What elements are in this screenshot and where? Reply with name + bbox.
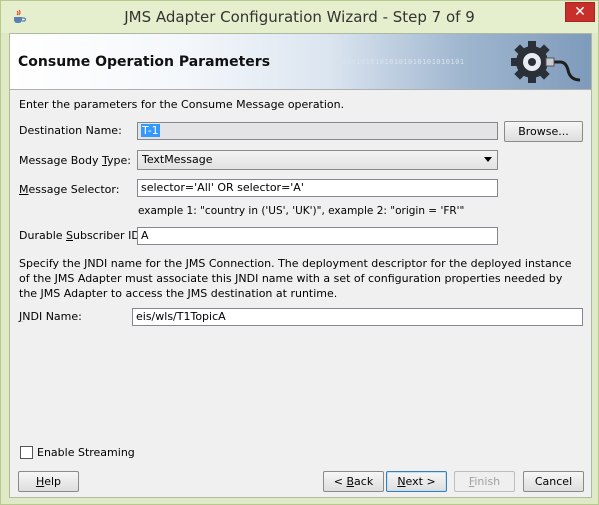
durable-subscriber-label: Durable Subscriber ID: xyxy=(19,229,144,242)
wizard-header: 01010101010101010101010101 Consume Opera… xyxy=(10,34,591,90)
window-title: JMS Adapter Configuration Wizard - Step … xyxy=(124,8,475,26)
wizard-body: 01010101010101010101010101 Consume Opera… xyxy=(9,33,592,498)
message-selector-label-key: M xyxy=(19,183,29,196)
finish-button-label: inish xyxy=(474,475,501,488)
message-selector-label: Message Selector: xyxy=(19,183,119,196)
jndi-name-value: eis/wls/T1TopicA xyxy=(136,310,226,323)
next-button-label: ext > xyxy=(405,475,436,488)
durable-subscriber-value: A xyxy=(141,229,149,242)
enable-streaming-checkbox[interactable] xyxy=(20,446,33,459)
close-button[interactable]: ✕ xyxy=(565,2,595,22)
help-button[interactable]: Help xyxy=(18,471,79,492)
header-binary-decoration: 01010101010101010101010101 xyxy=(342,58,465,66)
back-button-label: ack xyxy=(354,475,374,488)
jndi-name-label-post: NDI Name: xyxy=(22,310,82,323)
jndi-name-input[interactable]: eis/wls/T1TopicA xyxy=(132,308,583,326)
message-body-type-value: TextMessage xyxy=(142,153,213,166)
help-button-key: H xyxy=(35,475,45,488)
jndi-description: Specify the JNDI name for the JMS Connec… xyxy=(19,257,572,300)
intro-text: Enter the parameters for the Consume Mes… xyxy=(19,98,345,111)
help-button-label: elp xyxy=(44,475,62,488)
destination-name-value: T-1 xyxy=(141,124,160,137)
back-button-key: B xyxy=(346,475,355,488)
durable-subscriber-input[interactable]: A xyxy=(137,227,498,245)
next-button-key: N xyxy=(397,475,406,488)
message-body-type-label-pre: Message Body xyxy=(19,154,102,167)
jndi-name-label: JNDI Name: xyxy=(19,310,82,323)
gear-plug-icon xyxy=(511,41,581,83)
selector-example-text: example 1: "country in ('US', 'UK')", ex… xyxy=(138,205,465,217)
page-title: Consume Operation Parameters xyxy=(18,54,271,70)
finish-button[interactable]: Finish xyxy=(454,471,515,492)
destination-name-label: Destination Name: xyxy=(19,124,122,137)
destination-name-label-text: Destination Name: xyxy=(19,124,122,137)
message-body-type-select[interactable]: TextMessage xyxy=(137,150,498,170)
durable-subscriber-label-key: S xyxy=(66,229,73,242)
cancel-button-label: Cancel xyxy=(534,475,573,488)
enable-streaming-label[interactable]: Enable Streaming xyxy=(37,446,135,459)
close-icon: ✕ xyxy=(574,4,586,20)
cancel-button[interactable]: Cancel xyxy=(523,471,584,492)
durable-subscriber-label-post: ubscriber ID: xyxy=(73,229,144,242)
browse-button[interactable]: Browse... xyxy=(504,121,583,142)
message-body-type-label: Message Body Type: xyxy=(19,154,131,167)
message-selector-input[interactable]: selector='All' OR selector='A' xyxy=(137,179,498,197)
next-button[interactable]: Next > xyxy=(386,471,447,492)
message-selector-value: selector='All' OR selector='A' xyxy=(141,181,304,194)
chevron-down-icon xyxy=(484,157,492,162)
wizard-window: JMS Adapter Configuration Wizard - Step … xyxy=(0,0,599,505)
title-bar[interactable]: JMS Adapter Configuration Wizard - Step … xyxy=(1,1,598,33)
browse-button-label: Browse... xyxy=(518,125,569,138)
destination-name-field[interactable]: T-1 xyxy=(137,122,498,140)
back-button[interactable]: < Back xyxy=(323,471,384,492)
message-selector-label-post: essage Selector: xyxy=(28,183,120,196)
durable-subscriber-label-pre: Durable xyxy=(19,229,67,242)
back-button-pre: < xyxy=(333,475,347,488)
message-body-type-label-post: ype: xyxy=(107,154,131,167)
